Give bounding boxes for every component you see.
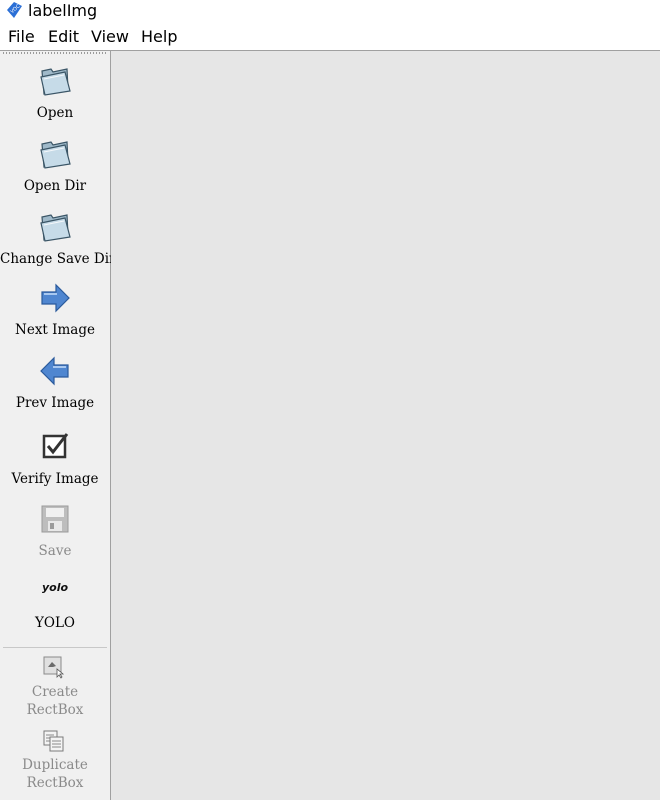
labelimg-logo-icon: VOC xyxy=(7,2,22,18)
folder-open-icon xyxy=(40,141,71,169)
menu-bar: File Edit View Help xyxy=(0,25,660,49)
prev-image-label: Prev Image xyxy=(15,395,95,411)
title-bar: VOC labelImg xyxy=(0,0,660,22)
duplicate-icon xyxy=(43,730,64,752)
create-rectbox-label-2: RectBox xyxy=(26,702,84,718)
duplicate-rectbox-label-1: Duplicate xyxy=(22,757,88,773)
open-dir-button[interactable]: Open Dir xyxy=(0,134,110,198)
change-save-dir-button[interactable]: Change Save Dir xyxy=(0,207,116,271)
format-label: YOLO xyxy=(34,615,75,631)
verify-image-label: Verify Image xyxy=(11,471,99,487)
tools-toolbar: Open Open Dir Change Save Dir Next Image xyxy=(0,51,116,800)
duplicate-rectbox-button[interactable]: Duplicate RectBox xyxy=(0,727,110,797)
save-button[interactable]: Save xyxy=(0,500,110,564)
open-dir-label: Open Dir xyxy=(23,178,87,194)
duplicate-rectbox-label-2: RectBox xyxy=(26,775,84,791)
open-button[interactable]: Open xyxy=(0,61,110,125)
format-toggle-button[interactable]: yolo YOLO xyxy=(0,575,110,635)
change-save-dir-label: Change Save Dir xyxy=(0,251,116,267)
menu-edit[interactable]: Edit xyxy=(48,25,79,49)
folder-open-icon xyxy=(40,68,71,96)
arrow-left-icon xyxy=(40,356,69,386)
checkbox-icon xyxy=(42,433,69,459)
toolbar-grip[interactable] xyxy=(3,52,107,54)
menu-help[interactable]: Help xyxy=(141,25,177,49)
menu-view[interactable]: View xyxy=(91,25,129,49)
floppy-disk-icon xyxy=(41,505,69,533)
prev-image-button[interactable]: Prev Image xyxy=(0,353,110,417)
folder-open-icon xyxy=(40,214,71,242)
image-canvas[interactable] xyxy=(111,51,660,800)
save-label: Save xyxy=(38,543,72,559)
next-image-label: Next Image xyxy=(15,322,95,338)
create-rect-icon xyxy=(43,656,65,679)
window-title: labelImg xyxy=(28,1,98,20)
create-rectbox-button[interactable]: Create RectBox xyxy=(0,653,110,723)
next-image-button[interactable]: Next Image xyxy=(0,280,110,344)
open-label: Open xyxy=(36,105,74,121)
menu-file[interactable]: File xyxy=(8,25,35,49)
verify-image-button[interactable]: Verify Image xyxy=(0,427,110,491)
arrow-right-icon xyxy=(41,283,70,313)
toolbar-separator xyxy=(3,647,107,648)
yolo-icon: yolo xyxy=(41,581,69,594)
create-rectbox-label-1: Create xyxy=(31,684,79,700)
